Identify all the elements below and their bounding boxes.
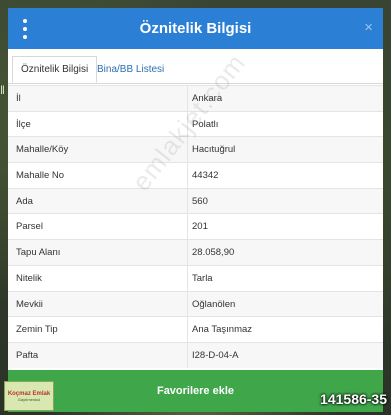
tab-bar: Öznitelik Bilgisi Bina/BB Listesi <box>8 49 383 84</box>
table-row: Nitelik Tarla <box>8 264 383 291</box>
row-value: 560 <box>192 195 208 207</box>
logo-subtext: Gayrimenkul <box>17 397 41 402</box>
table-row: Mahalle/Köy Hacıtuğrul <box>8 136 383 163</box>
attribute-table: İl Ankara İlçe Polatlı Mahalle/Köy Hacıtuğr… <box>8 85 383 368</box>
row-value: Polatlı <box>192 118 219 130</box>
attribute-info-modal: Öznitelik Bilgisi × Öznitelik Bilgisi Bi… <box>8 8 383 412</box>
row-key: Tapu Alanı <box>16 247 61 259</box>
table-row: Parsel 201 <box>8 213 383 240</box>
listing-id: 141586-35 <box>320 391 387 407</box>
table-row: Tapu Alanı 28.058,90 <box>8 239 383 265</box>
table-row: Zemin Tip Ana Taşınmaz <box>8 316 383 342</box>
close-icon[interactable]: × <box>364 19 373 37</box>
table-row: Mevkii Oğlanölen <box>8 290 383 317</box>
row-key: İlçe <box>16 118 31 130</box>
modal-header: Öznitelik Bilgisi × <box>8 8 383 49</box>
map-marker-icon: ‖ <box>0 83 5 97</box>
row-value: I28-D-04-A <box>192 349 239 361</box>
table-row: İl Ankara <box>8 85 383 111</box>
row-value: Tarla <box>192 272 213 284</box>
row-key: Nitelik <box>16 272 42 284</box>
table-row: Mahalle No 44342 <box>8 162 383 188</box>
row-key: Parsel <box>16 221 43 233</box>
row-key: Mahalle/Köy <box>16 144 69 156</box>
tab-building-list[interactable]: Bina/BB Listesi <box>88 56 173 83</box>
tab-attribute-info[interactable]: Öznitelik Bilgisi <box>12 56 98 83</box>
row-value: 28.058,90 <box>192 247 235 259</box>
agency-logo: Koçmaz Emlak Gayrimenkul <box>4 381 54 411</box>
row-value: Hacıtuğrul <box>192 144 236 156</box>
row-value: 201 <box>192 221 208 233</box>
row-key: Pafta <box>16 349 39 361</box>
row-key: Ada <box>16 195 33 207</box>
row-key: İl <box>16 93 21 104</box>
row-value: Oğlanölen <box>192 298 236 310</box>
row-value: 44342 <box>192 170 219 182</box>
row-key: Zemin Tip <box>16 324 58 336</box>
table-row: Pafta I28-D-04-A <box>8 341 383 368</box>
row-key: Mevkii <box>16 298 43 310</box>
modal-title: Öznitelik Bilgisi <box>139 20 252 37</box>
row-key: Mahalle No <box>16 170 65 182</box>
table-row: Ada 560 <box>8 187 383 214</box>
row-value: Ankara <box>192 93 223 104</box>
row-value: Ana Taşınmaz <box>192 324 253 336</box>
table-row: İlçe Polatlı <box>8 110 383 137</box>
